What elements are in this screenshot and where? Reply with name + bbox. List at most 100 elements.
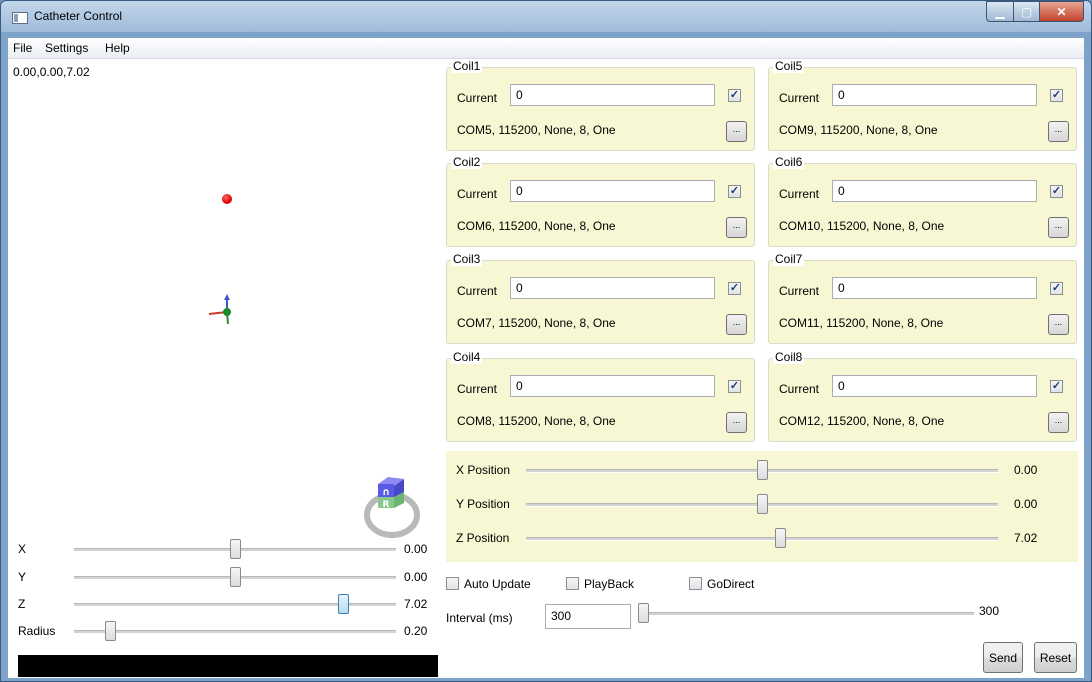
current-label: Current bbox=[779, 284, 820, 298]
auto-update-option[interactable]: Auto Update bbox=[446, 576, 531, 591]
slider-z-label: Z bbox=[18, 597, 26, 611]
slider-radius-track[interactable] bbox=[74, 630, 396, 634]
go-direct-option[interactable]: GoDirect bbox=[689, 576, 754, 591]
maximize-button[interactable]: ▢ bbox=[1014, 1, 1040, 22]
port-settings-button[interactable]: ... bbox=[1048, 412, 1069, 433]
current-input[interactable]: 0 bbox=[510, 180, 715, 202]
current-label: Current bbox=[457, 187, 498, 201]
coil-enable-checkbox[interactable]: ✓ bbox=[1050, 89, 1063, 102]
menu-bar: File Settings Help bbox=[8, 38, 1084, 59]
serial-port-settings: COM10, 115200, None, 8, One bbox=[779, 219, 945, 233]
coil-enable-checkbox[interactable]: ✓ bbox=[728, 185, 741, 198]
menu-file[interactable]: File bbox=[13, 41, 32, 55]
coil-title: Coil5 bbox=[773, 59, 805, 73]
axes-gizmo-icon bbox=[208, 294, 231, 325]
title-bar[interactable]: Catheter Control ▁ ▢ ✕ bbox=[0, 0, 1092, 34]
current-label: Current bbox=[457, 382, 498, 396]
port-settings-button[interactable]: ... bbox=[1048, 121, 1069, 142]
y-position-value: 0.00 bbox=[1014, 497, 1038, 511]
x-position-thumb[interactable] bbox=[756, 460, 768, 480]
menu-settings[interactable]: Settings bbox=[45, 41, 88, 55]
port-settings-button[interactable]: ... bbox=[726, 314, 747, 335]
close-button[interactable]: ✕ bbox=[1040, 1, 1084, 22]
serial-port-settings: COM9, 115200, None, 8, One bbox=[779, 123, 938, 137]
slider-x-label: X bbox=[18, 542, 27, 556]
interval-value: 300 bbox=[979, 604, 1000, 618]
cube-top-label: ∩ bbox=[382, 487, 390, 498]
coil-title: Coil2 bbox=[451, 155, 483, 169]
current-label: Current bbox=[457, 284, 498, 298]
current-input[interactable]: 0 bbox=[510, 277, 715, 299]
coil-enable-checkbox[interactable]: ✓ bbox=[1050, 282, 1063, 295]
slider-z-value: 7.02 bbox=[404, 597, 428, 611]
send-button[interactable]: Send bbox=[983, 642, 1023, 673]
slider-radius-value: 0.20 bbox=[404, 624, 428, 638]
current-label: Current bbox=[779, 91, 820, 105]
current-label: Current bbox=[779, 382, 820, 396]
port-settings-button[interactable]: ... bbox=[1048, 314, 1069, 335]
z-position-thumb[interactable] bbox=[774, 528, 786, 548]
coil-title: Coil1 bbox=[451, 59, 483, 73]
maximize-icon: ▢ bbox=[1020, 4, 1033, 19]
slider-x: X 0.00 bbox=[8, 539, 438, 559]
coil-panel: Coil2 Current 0 ✓ COM6, 115200, None, 8, One… bbox=[446, 155, 755, 247]
playback-checkbox[interactable] bbox=[566, 577, 579, 591]
coil-panel: Coil5 Current 0 ✓ COM9, 115200, None, 8, One… bbox=[768, 59, 1077, 151]
interval-slider-thumb[interactable] bbox=[638, 603, 649, 623]
current-input[interactable]: 0 bbox=[832, 84, 1037, 106]
port-settings-button[interactable]: ... bbox=[1048, 217, 1069, 238]
coordinates-readout: 0.00,0.00,7.02 bbox=[13, 65, 90, 79]
current-input[interactable]: 0 bbox=[832, 375, 1037, 397]
view-cube-icon[interactable]: ∩ R bbox=[362, 474, 422, 540]
coil-enable-checkbox[interactable]: ✓ bbox=[728, 380, 741, 393]
coil-panel: Coil8 Current 0 ✓ COM12, 115200, None, 8, On… bbox=[768, 350, 1077, 442]
minimize-icon: ▁ bbox=[995, 4, 1005, 19]
coil-title: Coil6 bbox=[773, 155, 805, 169]
serial-port-settings: COM12, 115200, None, 8, One bbox=[779, 414, 945, 428]
coil-enable-checkbox[interactable]: ✓ bbox=[1050, 380, 1063, 393]
reset-button[interactable]: Reset bbox=[1034, 642, 1077, 673]
app-icon bbox=[12, 12, 28, 24]
auto-update-checkbox[interactable] bbox=[446, 577, 459, 591]
z-position-value: 7.02 bbox=[1014, 531, 1038, 545]
minimize-button[interactable]: ▁ bbox=[986, 1, 1014, 22]
menu-help[interactable]: Help bbox=[105, 41, 130, 55]
current-label: Current bbox=[457, 91, 498, 105]
playback-label: PlayBack bbox=[584, 576, 635, 591]
coil-enable-checkbox[interactable]: ✓ bbox=[728, 282, 741, 295]
app-window: Catheter Control ▁ ▢ ✕ File Settings Hel… bbox=[0, 0, 1092, 682]
slider-y: Y 0.00 bbox=[8, 567, 438, 587]
slider-z: Z 7.02 bbox=[8, 594, 438, 614]
port-settings-button[interactable]: ... bbox=[726, 412, 747, 433]
serial-port-settings: COM11, 115200, None, 8, One bbox=[779, 316, 944, 330]
coil-enable-checkbox[interactable]: ✓ bbox=[1050, 185, 1063, 198]
current-input[interactable]: 0 bbox=[510, 84, 715, 106]
interval-input[interactable]: 300 bbox=[545, 604, 631, 629]
slider-x-thumb[interactable] bbox=[229, 539, 241, 559]
coil-title: Coil4 bbox=[451, 350, 483, 364]
slider-y-thumb[interactable] bbox=[229, 567, 241, 587]
slider-z-thumb[interactable] bbox=[338, 594, 350, 614]
port-settings-button[interactable]: ... bbox=[726, 121, 747, 142]
current-input[interactable]: 0 bbox=[510, 375, 715, 397]
coil-title: Coil7 bbox=[773, 252, 805, 266]
auto-update-label: Auto Update bbox=[464, 576, 531, 591]
slider-y-label: Y bbox=[18, 570, 27, 584]
interval-slider-track[interactable] bbox=[638, 612, 974, 616]
slider-radius-label: Radius bbox=[18, 624, 56, 638]
playback-option[interactable]: PlayBack bbox=[566, 576, 634, 591]
current-input[interactable]: 0 bbox=[832, 277, 1037, 299]
target-point bbox=[222, 194, 232, 204]
window-title: Catheter Control bbox=[34, 9, 123, 23]
z-position-label: Z Position bbox=[456, 531, 510, 545]
serial-port-settings: COM6, 115200, None, 8, One bbox=[457, 219, 616, 233]
current-input[interactable]: 0 bbox=[832, 180, 1037, 202]
coil-enable-checkbox[interactable]: ✓ bbox=[728, 89, 741, 102]
coil-title: Coil3 bbox=[451, 252, 483, 266]
y-position-thumb[interactable] bbox=[756, 494, 768, 514]
slider-radius-thumb[interactable] bbox=[105, 621, 117, 641]
go-direct-checkbox[interactable] bbox=[689, 577, 702, 591]
slider-radius: Radius 0.20 bbox=[8, 621, 438, 641]
z-position-track[interactable] bbox=[526, 537, 998, 541]
port-settings-button[interactable]: ... bbox=[726, 217, 747, 238]
